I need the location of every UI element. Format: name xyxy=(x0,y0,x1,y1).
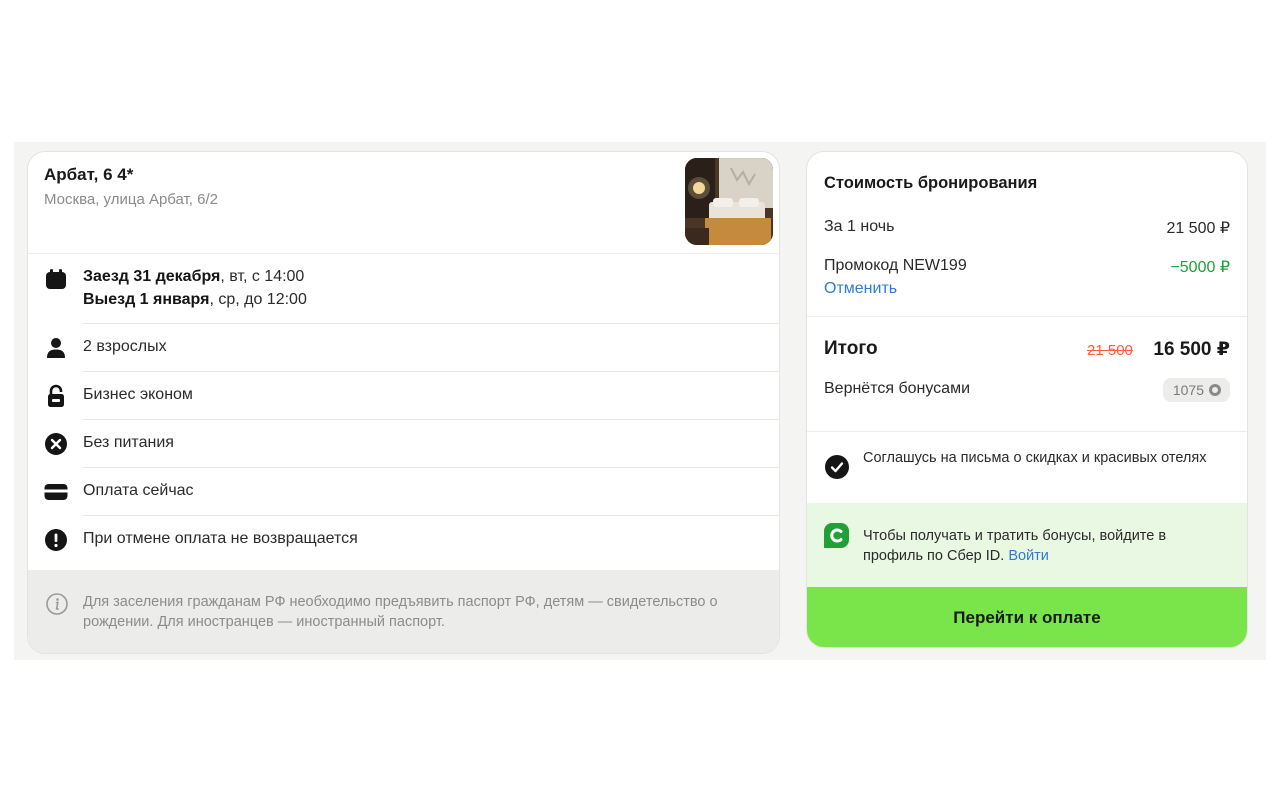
hotel-room-image xyxy=(685,158,773,245)
meals-label: Без питания xyxy=(83,434,174,451)
go-to-payment-button[interactable]: Перейти к оплате xyxy=(807,587,1247,647)
bonus-label: Вернётся бонусами xyxy=(824,380,971,397)
cancellation-row: При отмене оплата не возвращается xyxy=(28,516,779,564)
guests-row: 2 взрослых xyxy=(28,324,779,372)
price-card: Стоимость бронирования За 1 ночь 21 500 … xyxy=(806,151,1248,648)
bonus-badge: 1075 xyxy=(1162,378,1230,402)
hotel-header: Арбат, 6 4* Москва, улица Арбат, 6/2 xyxy=(28,152,779,254)
guests-label: 2 взрослых xyxy=(83,338,167,355)
sber-id-banner: Чтобы получать и тратить бонусы, войдите… xyxy=(807,503,1247,587)
promo-label: Промокод NEW199 xyxy=(824,257,967,274)
cancel-promo-link[interactable]: Отменить xyxy=(824,280,897,298)
sber-login-link[interactable]: Войти xyxy=(1008,548,1049,564)
calendar-icon xyxy=(44,267,68,291)
bonus-value: 1075 xyxy=(1172,382,1204,398)
payment-label: Оплата сейчас xyxy=(83,482,194,499)
price-title: Стоимость бронирования xyxy=(824,174,1038,192)
checkin-time: , вт, с 14:00 xyxy=(220,268,305,285)
check-icon[interactable] xyxy=(825,455,849,479)
hotel-name: Арбат, 6 4* xyxy=(44,165,134,184)
hotel-address: Москва, улица Арбат, 6/2 xyxy=(44,191,218,208)
dates-row: Заезд 31 декабря, вт, с 14:00 Выезд 1 ян… xyxy=(28,254,779,324)
room-lock-icon xyxy=(44,384,68,408)
cancellation-label: При отмене оплата не возвращается xyxy=(83,530,358,547)
sber-logo-icon xyxy=(824,523,849,548)
divider xyxy=(807,316,1247,317)
room-label: Бизнес эконом xyxy=(83,386,193,403)
card-icon xyxy=(44,480,68,504)
info-icon xyxy=(45,592,69,616)
payment-row: Оплата сейчас xyxy=(28,468,779,516)
checkout-time: , ср, до 12:00 xyxy=(209,291,307,308)
ruble-coin-icon xyxy=(1209,384,1221,396)
total-price: 16 500 ₽ xyxy=(1153,339,1230,360)
agreement-text: Соглашусь на письма о скидках и красивых… xyxy=(863,450,1207,466)
no-meal-icon xyxy=(44,432,68,456)
notice-text: Для заселения гражданам РФ необходимо пр… xyxy=(83,594,718,630)
checkout-date: Выезд 1 января xyxy=(83,291,210,308)
checkout-line: Выезд 1 января, ср, до 12:00 xyxy=(83,291,307,309)
room-row: Бизнес эконом xyxy=(28,372,779,420)
meals-row: Без питания xyxy=(28,420,779,468)
person-icon xyxy=(44,336,68,360)
checkin-date: Заезд 31 декабря xyxy=(83,268,221,285)
night-label: За 1 ночь xyxy=(824,218,895,235)
newsletter-agreement: Соглашусь на письма о скидках и красивых… xyxy=(807,431,1247,503)
total-label: Итого xyxy=(824,338,878,359)
promo-discount: −5000 ₽ xyxy=(1170,259,1230,276)
checkin-line: Заезд 31 декабря, вт, с 14:00 xyxy=(83,268,304,286)
sber-text: Чтобы получать и тратить бонусы, войдите… xyxy=(863,526,1223,566)
document-notice: Для заселения гражданам РФ необходимо пр… xyxy=(28,570,779,653)
hotel-photo[interactable] xyxy=(685,158,773,245)
old-price: 21 500 xyxy=(1087,342,1133,359)
warning-icon xyxy=(44,528,68,552)
hotel-details-card: Арбат, 6 4* Москва, улица Арбат, 6/2 Зае… xyxy=(27,151,780,654)
night-price: 21 500 ₽ xyxy=(1166,220,1230,237)
